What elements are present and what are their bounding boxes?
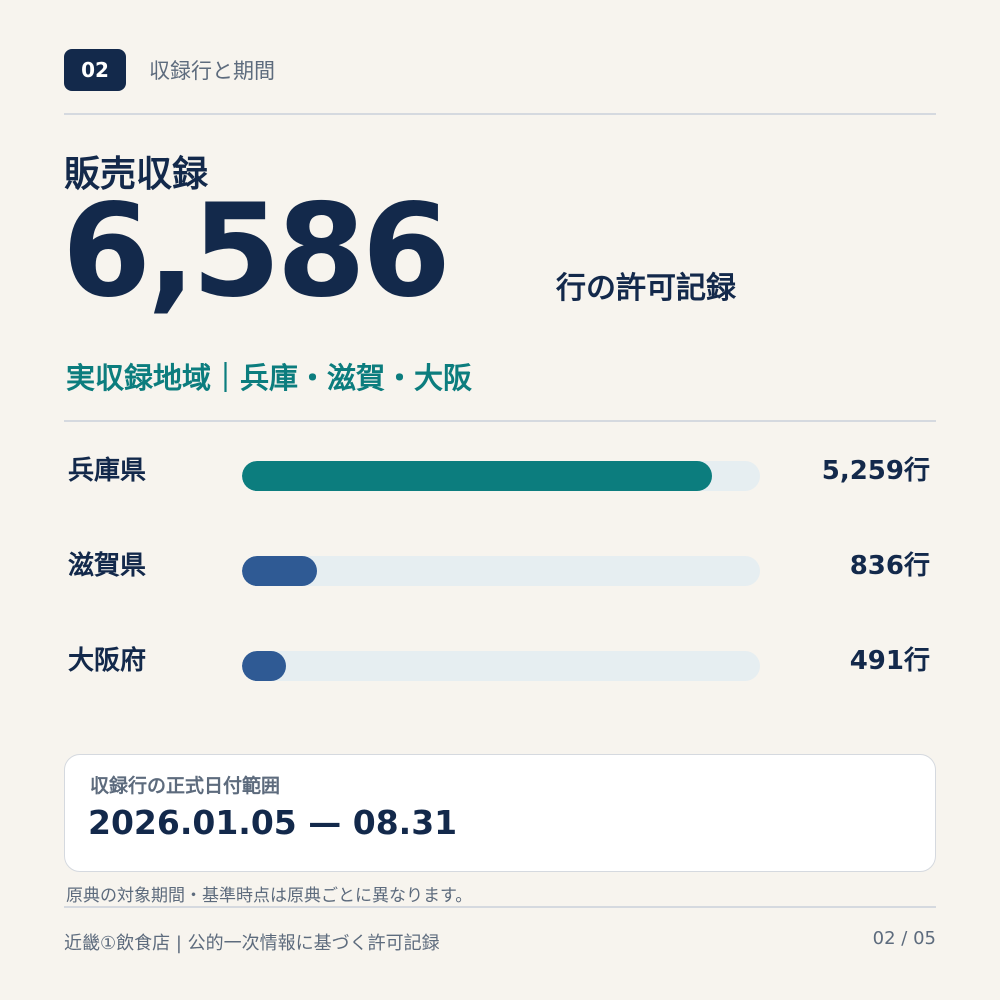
footer-divider (64, 906, 936, 908)
bar-track-shiga (242, 556, 760, 586)
section-number-badge: 02 (64, 49, 126, 91)
region-summary: 実収録地域｜兵庫・滋賀・大阪 (66, 361, 473, 395)
bar-value-osaka: 491行 (849, 646, 930, 676)
count-unit-label: 行の許可記録 (556, 271, 736, 306)
bar-shiga (242, 556, 317, 586)
bar-track-osaka (242, 651, 760, 681)
chart-divider (64, 420, 936, 422)
top-divider (64, 113, 936, 115)
bar-value-shiga: 836行 (849, 551, 930, 581)
bar-hyogo (242, 461, 712, 491)
date-range-label: 収録行の正式日付範囲 (90, 775, 281, 797)
source-note: 原典の対象期間・基準時点は原典ごとに異なります。 (66, 886, 473, 906)
page-indicator: 02 / 05 (872, 928, 936, 949)
bar-label-osaka: 大阪府 (68, 646, 147, 676)
footer-caption: 近畿①飲食店 | 公的一次情報に基づく許可記録 (64, 933, 440, 954)
bar-label-hyogo: 兵庫県 (68, 456, 147, 486)
bar-osaka (242, 651, 286, 681)
bar-value-hyogo: 5,259行 (821, 456, 930, 486)
total-count: 6,586 (62, 177, 451, 326)
section-title: 収録行と期間 (149, 59, 275, 83)
date-range-value: 2026.01.05 — 08.31 (88, 803, 458, 842)
bar-track-hyogo (242, 461, 760, 491)
bar-label-shiga: 滋賀県 (68, 551, 147, 581)
